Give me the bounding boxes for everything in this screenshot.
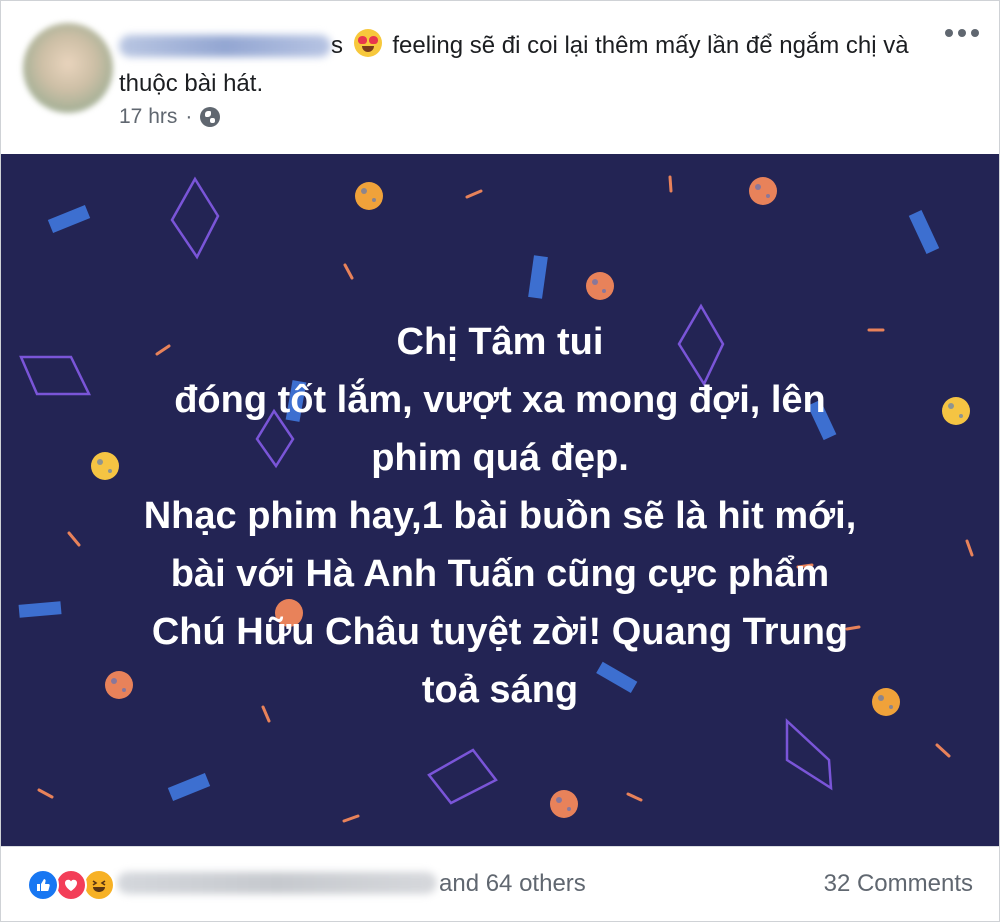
- haha-icon: [83, 869, 115, 901]
- reaction-icons[interactable]: [27, 869, 115, 901]
- post-text-line: đóng tốt lắm, vượt xa mong đợi, lên: [174, 379, 826, 421]
- reactor-names-blurred[interactable]: [117, 872, 437, 894]
- post-text-line: Chị Tâm tui: [396, 321, 604, 363]
- post-timestamp[interactable]: 17 hrs: [119, 105, 177, 129]
- more-options-button[interactable]: [945, 29, 989, 49]
- post-header: s feeling sẽ đi coi lại thêm mấy lần để …: [1, 1, 999, 154]
- reaction-count[interactable]: and 64 others: [439, 869, 586, 899]
- love-icon: [55, 869, 87, 901]
- author-avatar[interactable]: [23, 23, 113, 113]
- post-meta: 17 hrs ·: [119, 105, 221, 129]
- post-caption: s feeling sẽ đi coi lại thêm mấy lần để …: [119, 27, 919, 103]
- caption-text: feeling sẽ đi coi lại thêm mấy lần để ng…: [119, 32, 909, 97]
- more-options-icon: [945, 29, 953, 37]
- post-text-line: phim quá đẹp.: [371, 437, 629, 479]
- like-icon: [27, 869, 59, 901]
- post-text-line: bài với Hà Anh Tuấn cũng cực phẩm: [170, 553, 830, 595]
- globe-icon[interactable]: [200, 107, 221, 127]
- post-text-line: Nhạc phim hay,1 bài buồn sẽ là hit mới,: [143, 495, 857, 537]
- post-text-line: Chú Hữu Châu tuyệt zời! Quang Trung: [151, 611, 849, 653]
- comments-link[interactable]: 32 Comments: [824, 869, 973, 899]
- heart-eyes-emoji-icon: [353, 29, 382, 57]
- post-text-line: toả sáng: [421, 669, 579, 711]
- caption-prefix: s: [331, 32, 343, 59]
- post-background-canvas: Chị Tâm tui đóng tốt lắm, vượt xa mong đ…: [1, 154, 999, 846]
- post-footer: and 64 others 32 Comments: [1, 846, 999, 922]
- facebook-post: s feeling sẽ đi coi lại thêm mấy lần để …: [0, 0, 1000, 922]
- post-body-text: Chị Tâm tui đóng tốt lắm, vượt xa mong đ…: [41, 313, 959, 719]
